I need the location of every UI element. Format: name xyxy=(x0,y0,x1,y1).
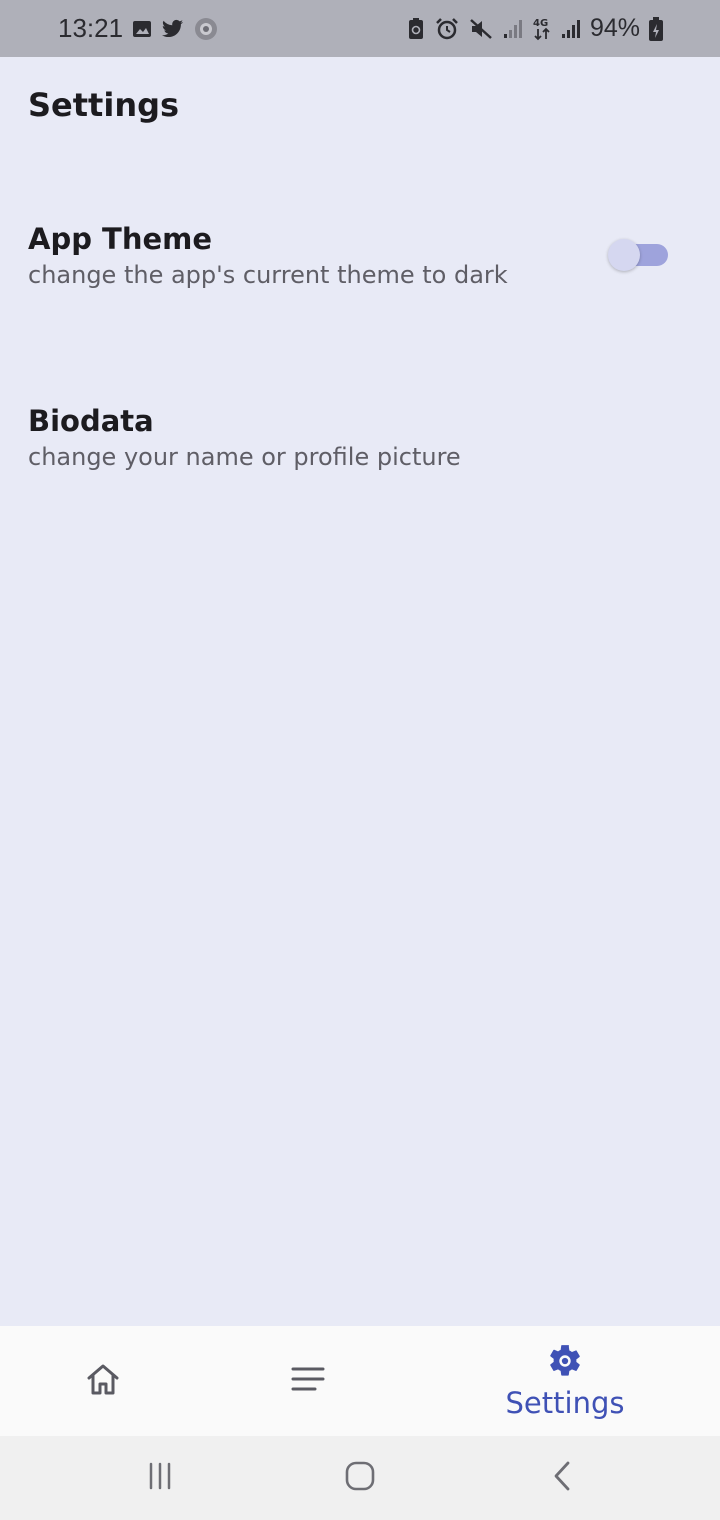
back-chevron-icon xyxy=(548,1459,578,1497)
4g-data-icon: 4G xyxy=(532,16,552,42)
home-outline-icon xyxy=(343,1459,377,1497)
signal-icon xyxy=(560,18,582,40)
setting-subtitle: change your name or profile picture xyxy=(28,443,461,471)
recent-apps-button[interactable] xyxy=(140,1458,180,1498)
nav-item-settings[interactable]: Settings xyxy=(480,1326,650,1436)
setting-subtitle: change the app's current theme to dark xyxy=(28,261,508,289)
list-icon xyxy=(290,1365,326,1397)
battery-saver-icon xyxy=(406,17,426,41)
setting-title: Biodata xyxy=(28,404,154,438)
back-button[interactable] xyxy=(543,1458,583,1498)
svg-text:4G: 4G xyxy=(533,18,548,29)
recent-apps-icon xyxy=(145,1461,175,1495)
nav-item-list[interactable] xyxy=(253,1326,363,1436)
status-time: 13:21 xyxy=(58,13,124,43)
setting-biodata[interactable]: Biodata change your name or profile pict… xyxy=(28,402,692,482)
dark-theme-toggle[interactable] xyxy=(608,239,668,271)
battery-charging-icon xyxy=(648,16,664,42)
system-nav-bar xyxy=(0,1436,720,1520)
status-right: 4G 94% xyxy=(406,14,664,43)
status-left: 13:21 xyxy=(58,13,219,44)
nav-label-settings: Settings xyxy=(505,1386,625,1420)
setting-app-theme[interactable]: App Theme change the app's current theme… xyxy=(28,220,692,300)
system-home-button[interactable] xyxy=(340,1458,380,1498)
mute-icon xyxy=(468,17,494,41)
status-bar: 13:21 4G 94% xyxy=(0,0,720,57)
gear-icon xyxy=(546,1342,584,1384)
twitter-icon xyxy=(161,18,185,40)
setting-title: App Theme xyxy=(28,222,213,256)
signal-icon xyxy=(502,18,524,40)
alarm-icon xyxy=(434,17,460,41)
page-title: Settings xyxy=(28,86,180,124)
home-icon xyxy=(85,1362,121,1400)
app-badge-icon xyxy=(193,16,219,42)
toggle-thumb xyxy=(608,239,640,271)
bottom-nav: Settings xyxy=(0,1326,720,1436)
battery-percent: 94% xyxy=(589,14,640,42)
nav-item-home[interactable] xyxy=(48,1326,158,1436)
image-icon xyxy=(131,18,153,40)
